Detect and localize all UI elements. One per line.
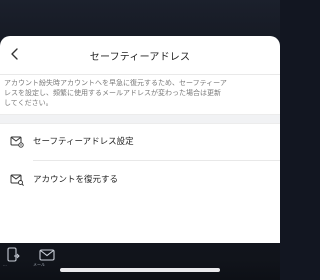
safety-address-settings-label: セーフティーアドレス設定 <box>33 137 134 147</box>
nav-bar: セーフティーアドレス <box>0 36 280 75</box>
screen: セーフティーアドレス アカウント紛失時アカウントへを早急に復元するため、セーフテ… <box>0 0 280 280</box>
description-line-3: してください。 <box>4 99 53 107</box>
chevron-left-icon <box>11 48 18 60</box>
restore-account-label: アカウントを復元する <box>33 175 119 185</box>
back-button[interactable] <box>4 42 26 66</box>
home-indicator[interactable] <box>60 268 220 272</box>
mail-settings-icon <box>10 136 24 148</box>
restore-account-item[interactable]: アカウントを復元する <box>0 161 280 197</box>
safety-address-settings-item[interactable]: セーフティーアドレス設定 <box>0 123 280 159</box>
dock-item-2-label: メール <box>33 262 45 267</box>
mail-search-icon <box>10 174 24 186</box>
description-line-2: レスを設定し、頻繁に使用するメールアドレスが変わった場合は更新 <box>4 89 221 97</box>
safety-address-sheet: セーフティーアドレス アカウント紛失時アカウントへを早急に復元するため、セーフテ… <box>0 36 280 243</box>
page-title: セーフティーアドレス <box>89 52 191 63</box>
description-line-1: アカウント紛失時アカウントへを早急に復元するため、セーフティーア <box>4 79 227 87</box>
dock-item-1-label: ... <box>3 262 7 267</box>
sheet-empty-area <box>0 198 280 243</box>
description-text: アカウント紛失時アカウントへを早急に復元するため、セーフティーア レスを設定し、… <box>0 78 280 108</box>
